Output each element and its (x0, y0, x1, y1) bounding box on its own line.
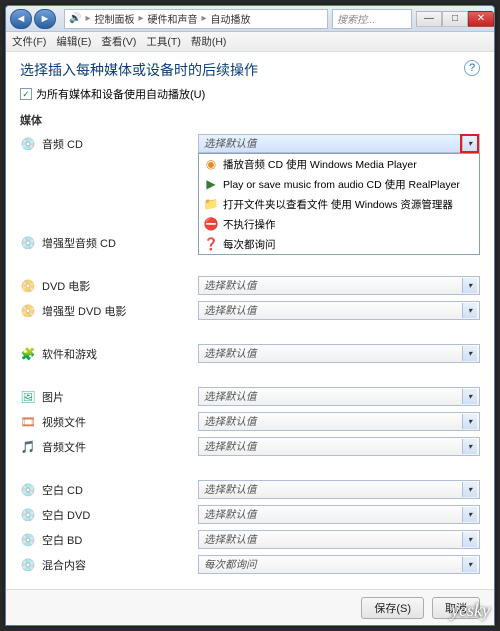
row-label: 音频文件 (42, 439, 192, 455)
dropdown-value: 选择默认值 (204, 136, 257, 151)
row-blank-dvd: 💿 空白 DVD 选择默认值▾ (20, 505, 480, 524)
row-software: 🧩 软件和游戏选择默认值▾ (20, 344, 480, 363)
dropdown-mixed[interactable]: 每次都询问▾ (198, 555, 480, 574)
dropdown-blank-bd[interactable]: 选择默认值▾ (198, 530, 480, 549)
picture-icon: 🖼 (20, 389, 36, 405)
row-enhanced-dvd: 📀 增强型 DVD 电影选择默认值▾ (20, 301, 480, 320)
breadcrumb-sep: ▸ (85, 13, 90, 24)
row-blank-cd: 💿 空白 CD 选择默认值▾ (20, 480, 480, 499)
breadcrumb-sep: ▸ (202, 13, 207, 24)
dropdown-audio-cd[interactable]: 选择默认值 ▾ (198, 134, 480, 153)
page-title: 选择插入每种媒体或设备时的后续操作 (20, 60, 480, 80)
dropdown-video[interactable]: 选择默认值▾ (198, 412, 480, 431)
row-label: 混合内容 (42, 557, 192, 573)
row-video: 🎞 视频文件选择默认值▾ (20, 412, 480, 431)
row-audio: 🎵 音频文件选择默认值▾ (20, 437, 480, 456)
group-media: 媒体 (20, 112, 480, 128)
dropdown-blank-dvd[interactable]: 选择默认值▾ (198, 505, 480, 524)
breadcrumb-2[interactable]: 硬件和声音 (148, 11, 198, 26)
breadcrumb-1[interactable]: 控制面板 (94, 11, 134, 26)
menu-edit[interactable]: 编辑(E) (56, 34, 91, 49)
forward-button[interactable]: ► (34, 9, 56, 29)
chevron-down-icon[interactable]: ▾ (462, 439, 477, 454)
wmp-icon: ◉ (204, 156, 218, 172)
disc-icon: 💿 (20, 532, 36, 548)
content-area: ? 选择插入每种媒体或设备时的后续操作 为所有媒体和设备使用自动播放(U) 媒体… (6, 52, 494, 589)
dropdown-enhanced-dvd[interactable]: 选择默认值▾ (198, 301, 480, 320)
disc-icon: 💿 (20, 557, 36, 573)
row-label: 音频 CD (42, 136, 192, 152)
row-label: 软件和游戏 (42, 346, 192, 362)
ask-icon: ❓ (204, 236, 218, 252)
dropdown-picture[interactable]: 选择默认值▾ (198, 387, 480, 406)
titlebar: ◄ ► 🔊 ▸ 控制面板 ▸ 硬件和声音 ▸ 自动播放 搜索控... ― □ ✕ (6, 6, 494, 32)
footer: 保存(S) 取消 (6, 589, 494, 625)
disc-icon: 💿 (20, 507, 36, 523)
dd-option-noaction[interactable]: ⛔不执行操作 (199, 214, 479, 234)
menu-view[interactable]: 查看(V) (101, 34, 136, 49)
realplayer-icon: ▶ (204, 176, 218, 192)
chevron-down-icon[interactable]: ▾ (462, 507, 477, 522)
row-label: 空白 CD (42, 482, 192, 498)
dropdown-software[interactable]: 选择默认值▾ (198, 344, 480, 363)
back-button[interactable]: ◄ (10, 9, 32, 29)
dropdown-dvd-movie[interactable]: 选择默认值▾ (198, 276, 480, 295)
chevron-down-icon[interactable]: ▾ (462, 482, 477, 497)
disc-icon: 💿 (20, 482, 36, 498)
video-icon: 🎞 (20, 414, 36, 430)
menu-help[interactable]: 帮助(H) (191, 34, 227, 49)
chevron-down-icon[interactable]: ▾ (462, 136, 477, 151)
chevron-down-icon[interactable]: ▾ (462, 414, 477, 429)
breadcrumb-sep: ▸ (138, 13, 143, 24)
chevron-down-icon[interactable]: ▾ (462, 346, 477, 361)
chevron-down-icon[interactable]: ▾ (462, 278, 477, 293)
row-label: 空白 DVD (42, 507, 192, 523)
chevron-down-icon[interactable]: ▾ (462, 389, 477, 404)
close-button[interactable]: ✕ (468, 11, 494, 27)
disc-icon: 💿 (20, 136, 36, 152)
menubar: 文件(F) 编辑(E) 查看(V) 工具(T) 帮助(H) (6, 32, 494, 52)
menu-tools[interactable]: 工具(T) (146, 34, 180, 49)
dd-option-ask[interactable]: ❓每次都询问 (199, 234, 479, 254)
use-autoplay-checkbox[interactable] (20, 88, 32, 100)
chevron-down-icon[interactable]: ▾ (462, 303, 477, 318)
row-audio-cd: 💿 音频 CD 选择默认值 ▾ ◉播放音频 CD 使用 Windows Medi… (20, 134, 480, 153)
dropdown-blank-cd[interactable]: 选择默认值▾ (198, 480, 480, 499)
use-autoplay-label: 为所有媒体和设备使用自动播放(U) (36, 86, 205, 102)
dd-option-realplayer[interactable]: ▶Play or save music from audio CD 使用 Rea… (199, 174, 479, 194)
row-label: 图片 (42, 389, 192, 405)
row-picture: 🖼 图片选择默认值▾ (20, 387, 480, 406)
audio-icon: 🎵 (20, 439, 36, 455)
save-button[interactable]: 保存(S) (361, 597, 424, 619)
chevron-down-icon[interactable]: ▾ (462, 557, 477, 572)
dd-option-explorer[interactable]: 📁打开文件夹以查看文件 使用 Windows 资源管理器 (199, 194, 479, 214)
breadcrumb-3[interactable]: 自动播放 (211, 11, 251, 26)
disc-icon: 📀 (20, 278, 36, 294)
row-label: 增强型音频 CD (42, 235, 192, 251)
software-icon: 🧩 (20, 346, 36, 362)
row-mixed: 💿 混合内容每次都询问▾ (20, 555, 480, 574)
disc-icon: 📀 (20, 303, 36, 319)
row-blank-bd: 💿 空白 BD 选择默认值▾ (20, 530, 480, 549)
cancel-button[interactable]: 取消 (432, 597, 480, 619)
no-icon: ⛔ (204, 216, 218, 232)
chevron-down-icon[interactable]: ▾ (462, 532, 477, 547)
dropdown-list: ◉播放音频 CD 使用 Windows Media Player ▶Play o… (198, 153, 480, 255)
row-label: DVD 电影 (42, 278, 192, 294)
row-label: 增强型 DVD 电影 (42, 303, 192, 319)
row-label: 空白 BD (42, 532, 192, 548)
help-icon[interactable]: ? (464, 60, 480, 76)
folder-icon: 📁 (204, 196, 218, 212)
row-label: 视频文件 (42, 414, 192, 430)
speaker-icon: 🔊 (69, 13, 81, 24)
maximize-button[interactable]: □ (442, 11, 468, 27)
menu-file[interactable]: 文件(F) (12, 34, 46, 49)
dropdown-audio[interactable]: 选择默认值▾ (198, 437, 480, 456)
row-dvd-movie: 📀 DVD 电影选择默认值▾ (20, 276, 480, 295)
dd-option-wmp[interactable]: ◉播放音频 CD 使用 Windows Media Player (199, 154, 479, 174)
disc-icon: 💿 (20, 235, 36, 251)
minimize-button[interactable]: ― (416, 11, 442, 27)
address-bar[interactable]: 🔊 ▸ 控制面板 ▸ 硬件和声音 ▸ 自动播放 (64, 9, 328, 29)
search-input[interactable]: 搜索控... (332, 9, 412, 29)
